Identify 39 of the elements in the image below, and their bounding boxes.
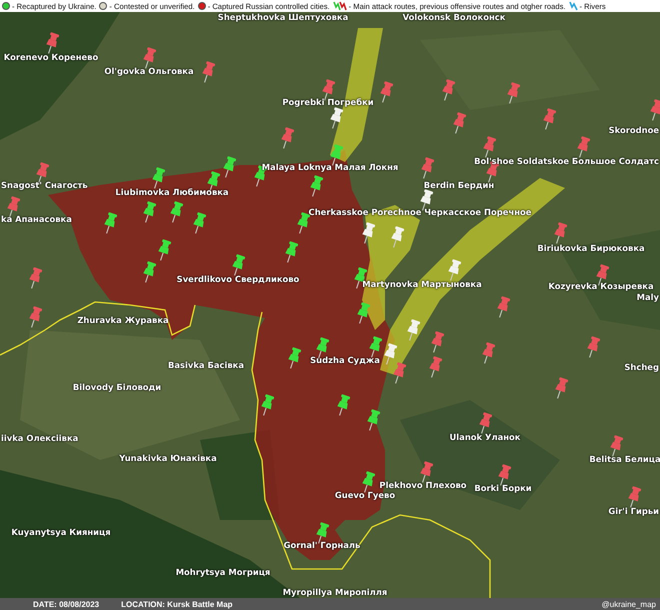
location-text: LOCATION: Kursk Battle Map xyxy=(121,600,233,608)
place-label: Sheptukhovka Шептуховка xyxy=(218,13,348,22)
place-label: Mohrytsya Могриця xyxy=(176,568,270,576)
place-label: Zhuravka Журавка xyxy=(77,316,169,324)
place-label: Belitsa Белица xyxy=(589,455,660,464)
place-label: Malaya Loknya Малая Локня xyxy=(262,163,398,172)
place-label: Gir'i Гирьи xyxy=(608,507,659,516)
place-label: Ulanok Уланок xyxy=(450,433,520,442)
place-label: Bol'shoe Soldatskoe Большое Солдатс xyxy=(474,157,659,166)
place-label: Sverdlikovo Свердликово xyxy=(176,275,300,284)
place-label: Sudzha Суджа xyxy=(310,356,380,364)
place-label: Snagost' Снагость xyxy=(1,181,88,190)
place-label: Liubimovka Любимовка xyxy=(115,188,229,196)
place-label: Maly xyxy=(636,293,659,302)
place-label: Kuyanytsya Кияниця xyxy=(11,528,111,536)
place-label: Myropillya Миропілля xyxy=(282,588,388,596)
place-label: Volokonsk Волоконск xyxy=(402,13,506,22)
place-label: Martynovka Мартыновка xyxy=(362,280,482,288)
place-label: Basivka Басівка xyxy=(168,361,244,370)
credit-text: @ukraine_map xyxy=(602,600,656,608)
place-label: Borki Борки xyxy=(474,484,532,492)
place-label: Korenevo Коренево xyxy=(4,53,98,62)
place-label: Skorodnoe xyxy=(608,126,659,134)
route-lines-icon xyxy=(332,1,347,11)
place-label: iivka Олексіівка xyxy=(1,434,78,442)
river-line-icon xyxy=(568,1,578,11)
place-label: Bilovody Біловоди xyxy=(72,383,162,392)
place-label: Pogrebki Погребки xyxy=(282,98,374,106)
place-label: Guevo Гуево xyxy=(334,491,396,500)
place-label: Kozyrevka Козыревка xyxy=(548,282,654,290)
place-label: Plekhovo Плехово xyxy=(379,481,467,490)
place-label: Shcheg xyxy=(624,363,659,372)
date-text: DATE: 08/08/2023 xyxy=(33,600,100,608)
place-label: Berdin Бердин xyxy=(424,181,494,190)
place-label: Ol'govka Ольговка xyxy=(104,67,194,76)
place-label: Biriukovka Бирюковка xyxy=(537,244,645,252)
place-label: ka Апанасовка xyxy=(1,215,72,224)
place-label: Yunakivka Юнаківка xyxy=(119,454,217,462)
place-label: Cherkasskoe Porechnoe Черкасское Поречное xyxy=(308,208,532,216)
